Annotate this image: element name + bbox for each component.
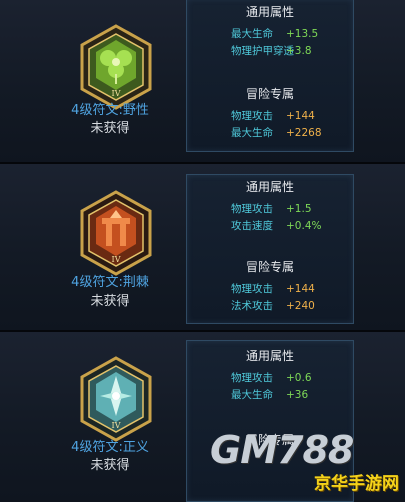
wild-rune-emblem-icon: IV (78, 24, 154, 110)
watermark-site: 京华手游网 (314, 474, 399, 494)
stat-label: 最大生命 (231, 28, 273, 40)
stat-label: 物理护甲穿透 (231, 45, 294, 57)
rune-status: 未获得 (90, 294, 130, 309)
stat-label: 最大生命 (231, 389, 273, 401)
watermark-brand: GM788 (210, 428, 354, 472)
svg-text:IV: IV (112, 255, 121, 264)
stat-row: 最大生命 +13.5 (187, 27, 353, 41)
stat-label: 物理攻击 (231, 372, 273, 384)
rune-status: 未获得 (90, 458, 130, 473)
rune-stats-panel: 通用属性 物理攻击 +1.5 攻击速度 +0.4% 冒险专属 物理攻击 +144… (186, 174, 354, 324)
stat-row: 法术攻击 +240 (187, 299, 353, 313)
stat-label: 物理攻击 (231, 110, 273, 122)
rune-card-justice: IV 4级符文:正义 未获得 通用属性 物理攻击 +0.6 最大生命 +36 冒… (0, 332, 405, 502)
stat-value: +144 (286, 110, 315, 122)
stat-row: 最大生命 +2268 (187, 126, 353, 140)
stat-label: 最大生命 (231, 127, 273, 139)
general-attributes-heading: 通用属性 (245, 180, 294, 194)
watermark-logo: GM788 京华手游网 (200, 424, 405, 500)
rune-name: 4级符文:野性 (71, 103, 149, 118)
rune-status: 未获得 (90, 121, 130, 136)
stat-value: +36 (286, 389, 309, 401)
adventure-exclusive-heading: 冒险专属 (245, 260, 294, 274)
stat-row: 物理攻击 +1.5 (187, 202, 353, 216)
stat-value: +2268 (286, 127, 322, 139)
stat-label: 攻击速度 (231, 220, 273, 232)
stat-value: +13.5 (286, 28, 319, 40)
stat-value: +240 (286, 300, 315, 312)
stat-label: 物理攻击 (231, 283, 273, 295)
rune-card-wild: IV 4级符文:野性 未获得 通用属性 最大生命 +13.5 物理护甲穿透 +3… (0, 0, 405, 162)
thorn-rune-emblem-icon: IV (78, 190, 154, 276)
stat-row: 攻击速度 +0.4% (187, 219, 353, 233)
stat-row: 物理攻击 +144 (187, 282, 353, 296)
rune-name: 4级符文:正义 (71, 440, 149, 455)
stat-row: 物理攻击 +0.6 (187, 371, 353, 385)
stat-row: 物理护甲穿透 +3.8 (187, 44, 353, 58)
general-attributes-heading: 通用属性 (245, 5, 294, 19)
svg-text:IV: IV (112, 421, 121, 430)
stat-value: +0.4% (286, 220, 322, 232)
stat-label: 法术攻击 (231, 300, 273, 312)
adventure-exclusive-heading: 冒险专属 (245, 87, 294, 101)
svg-text:IV: IV (112, 89, 121, 98)
stat-value: +1.5 (286, 203, 312, 215)
stat-value: +3.8 (286, 45, 312, 57)
stat-value: +0.6 (286, 372, 312, 384)
rune-stats-panel: 通用属性 最大生命 +13.5 物理护甲穿透 +3.8 冒险专属 物理攻击 +1… (186, 0, 354, 152)
rune-card-thorn: IV 4级符文:荆棘 未获得 通用属性 物理攻击 +1.5 攻击速度 +0.4%… (0, 164, 405, 330)
stat-row: 最大生命 +36 (187, 388, 353, 402)
justice-rune-emblem-icon: IV (78, 356, 154, 442)
general-attributes-heading: 通用属性 (245, 349, 294, 363)
stat-value: +144 (286, 283, 315, 295)
stat-label: 物理攻击 (231, 203, 273, 215)
rune-name: 4级符文:荆棘 (71, 275, 149, 290)
stat-row: 物理攻击 +144 (187, 109, 353, 123)
